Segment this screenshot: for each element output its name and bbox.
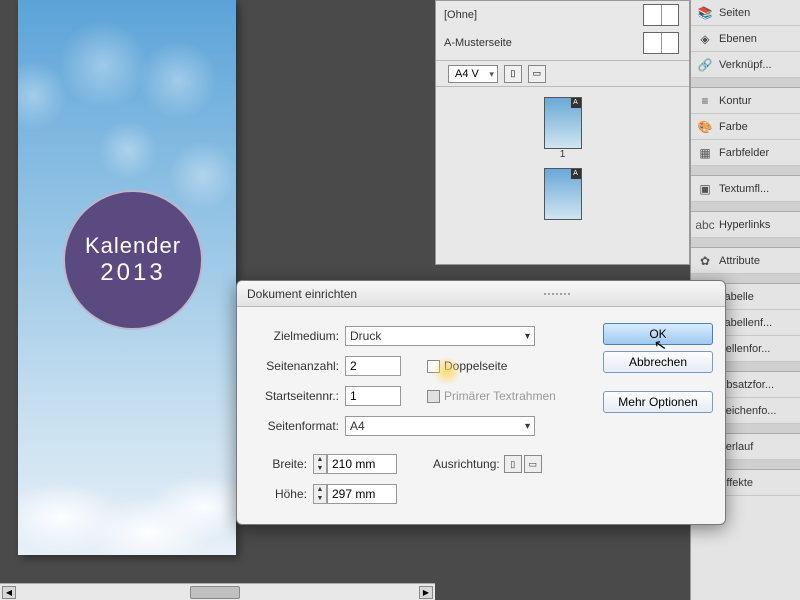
zielmedium-dropdown[interactable]: Druck bbox=[345, 326, 535, 346]
doppelseite-checkbox[interactable] bbox=[427, 360, 440, 373]
attribute-icon: ✿ bbox=[697, 253, 713, 269]
ok-button[interactable]: OK bbox=[603, 323, 713, 345]
seitenanzahl-input[interactable] bbox=[345, 356, 401, 376]
breite-input[interactable] bbox=[327, 454, 397, 474]
sidebar-item-hyperlinks[interactable]: abc Hyperlinks bbox=[691, 212, 800, 238]
sidebar-item-attribute[interactable]: ✿ Attribute bbox=[691, 248, 800, 274]
sidebar-label: Attribute bbox=[719, 255, 760, 267]
orientation-portrait-button[interactable]: ▯ bbox=[504, 455, 522, 473]
sidebar-label: Absatzfor... bbox=[719, 379, 774, 391]
sidebar-item-verknpf[interactable]: 🔗 Verknüpf... bbox=[691, 52, 800, 78]
sidebar-item-ebenen[interactable]: ◈ Ebenen bbox=[691, 26, 800, 52]
orientation-landscape-button[interactable]: ▭ bbox=[524, 455, 542, 473]
startseitennr-input[interactable] bbox=[345, 386, 401, 406]
master-thumb-none bbox=[643, 4, 679, 26]
seiten-icon: 📚 bbox=[697, 5, 713, 21]
scroll-right-arrow[interactable]: ▶ bbox=[419, 586, 433, 599]
orientation-landscape-icon[interactable]: ▭ bbox=[528, 65, 546, 83]
seitenformat-dropdown[interactable]: A4 bbox=[345, 416, 535, 436]
master-badge: A bbox=[571, 98, 581, 108]
scroll-thumb[interactable] bbox=[190, 586, 240, 599]
label-breite: Breite: bbox=[249, 457, 313, 471]
kontur-icon: ≡ bbox=[697, 93, 713, 109]
sidebar-label: Farbfelder bbox=[719, 147, 769, 159]
label-primaer: Primärer Textrahmen bbox=[444, 389, 556, 403]
dialog-title[interactable]: Dokument einrichten bbox=[237, 281, 725, 307]
dialog-grip-icon bbox=[543, 292, 571, 296]
page-format-dropdown[interactable]: A4 V bbox=[448, 65, 498, 83]
label-doppelseite: Doppelseite bbox=[444, 359, 507, 373]
calendar-title-circle: Kalender 2013 bbox=[63, 190, 203, 330]
master-row-none[interactable]: [Ohne] bbox=[436, 1, 689, 29]
sidebar-label: Seiten bbox=[719, 7, 750, 19]
label-seitenformat: Seitenformat: bbox=[249, 419, 345, 433]
sidebar-item-textumfl[interactable]: ▣ Textumfl... bbox=[691, 176, 800, 202]
breite-spinner[interactable]: ▲▼ bbox=[313, 454, 327, 474]
textumfl-icon: ▣ bbox=[697, 181, 713, 197]
ebenen-icon: ◈ bbox=[697, 31, 713, 47]
document-setup-dialog: Dokument einrichten Zielmedium: Druck Se… bbox=[236, 280, 726, 525]
label-hoehe: Höhe: bbox=[249, 487, 313, 501]
master-label: A-Musterseite bbox=[444, 37, 512, 49]
orientation-portrait-icon[interactable]: ▯ bbox=[504, 65, 522, 83]
label-zielmedium: Zielmedium: bbox=[249, 329, 345, 343]
sidebar-label: Tabellenf... bbox=[719, 317, 772, 329]
sidebar-item-farbe[interactable]: 🎨 Farbe bbox=[691, 114, 800, 140]
page-thumbnails: A 1 A bbox=[436, 87, 689, 230]
title-line-1: Kalender bbox=[85, 233, 181, 259]
sidebar-label: Textumfl... bbox=[719, 183, 769, 195]
sidebar-label: Zeichenfo... bbox=[719, 405, 776, 417]
hoehe-input[interactable] bbox=[327, 484, 397, 504]
sidebar-label: Farbe bbox=[719, 121, 748, 133]
master-pages-list: [Ohne] A-Musterseite bbox=[436, 1, 689, 61]
sidebar-label: Kontur bbox=[719, 95, 751, 107]
label-seitenanzahl: Seitenanzahl: bbox=[249, 359, 345, 373]
page-thumbnail-2[interactable]: A bbox=[544, 168, 582, 220]
farbe-icon: 🎨 bbox=[697, 119, 713, 135]
hoehe-spinner[interactable]: ▲▼ bbox=[313, 484, 327, 504]
cancel-button[interactable]: Abbrechen bbox=[603, 351, 713, 373]
page-format-bar: A4 V ▯ ▭ bbox=[436, 61, 689, 87]
pages-panel: [Ohne] A-Musterseite A4 V ▯ ▭ A 1 A bbox=[435, 0, 690, 265]
hyperlinks-icon: abc bbox=[697, 217, 713, 233]
primaer-textrahmen-checkbox bbox=[427, 390, 440, 403]
sidebar-label: Ebenen bbox=[719, 33, 757, 45]
sidebar-label: Verknüpf... bbox=[719, 59, 772, 71]
title-line-2: 2013 bbox=[100, 259, 165, 287]
label-ausrichtung: Ausrichtung: bbox=[433, 457, 500, 471]
master-row-a[interactable]: A-Musterseite bbox=[436, 29, 689, 57]
master-label: [Ohne] bbox=[444, 9, 477, 21]
farbfelder-icon: ▦ bbox=[697, 145, 713, 161]
document-page: Kalender 2013 bbox=[18, 0, 236, 555]
horizontal-scrollbar[interactable]: ◀ ▶ bbox=[0, 583, 435, 600]
sidebar-item-kontur[interactable]: ≡ Kontur bbox=[691, 88, 800, 114]
page-number: 1 bbox=[544, 149, 582, 160]
master-badge: A bbox=[571, 169, 581, 179]
sidebar-label: Zellenfor... bbox=[719, 343, 770, 355]
verknpf-icon: 🔗 bbox=[697, 57, 713, 73]
sidebar-item-farbfelder[interactable]: ▦ Farbfelder bbox=[691, 140, 800, 166]
page-thumbnail-1[interactable]: A bbox=[544, 97, 582, 149]
sidebar-item-seiten[interactable]: 📚 Seiten bbox=[691, 0, 800, 26]
more-options-button[interactable]: Mehr Optionen bbox=[603, 391, 713, 413]
label-startseitennr: Startseitennr.: bbox=[249, 389, 345, 403]
sidebar-label: Hyperlinks bbox=[719, 219, 770, 231]
master-thumb-a bbox=[643, 32, 679, 54]
scroll-left-arrow[interactable]: ◀ bbox=[2, 586, 16, 599]
